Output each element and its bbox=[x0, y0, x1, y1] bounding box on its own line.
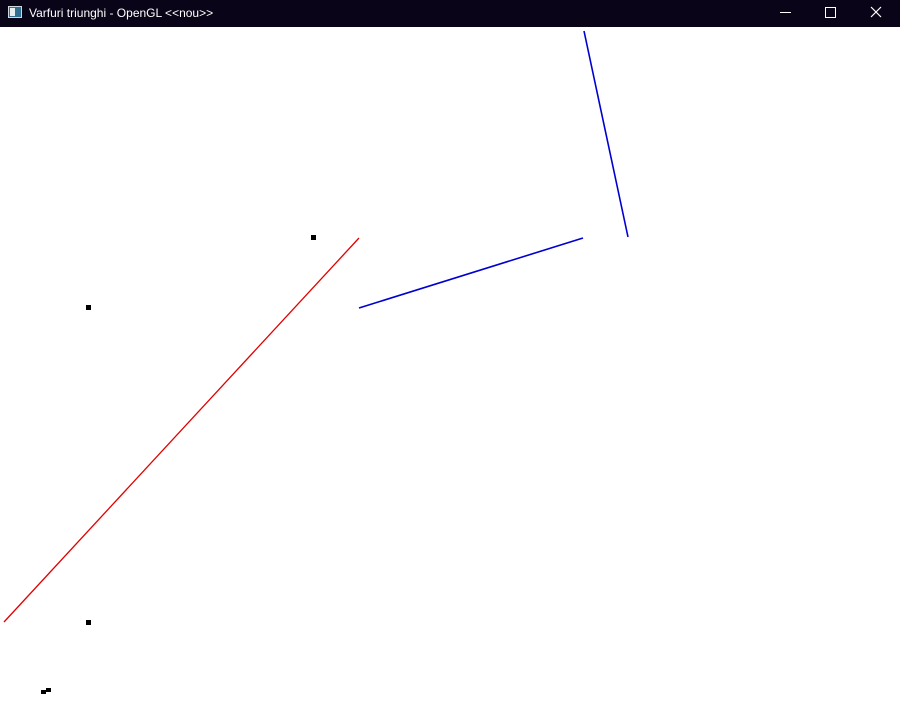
vertex-point bbox=[46, 688, 51, 692]
close-button[interactable] bbox=[854, 0, 900, 27]
opengl-canvas[interactable] bbox=[0, 27, 900, 726]
blue-line-middle bbox=[358, 237, 584, 309]
close-icon bbox=[870, 6, 882, 18]
vertex-point bbox=[311, 235, 316, 240]
window-title: Varfuri triunghi - OpenGL <<nou>> bbox=[29, 6, 214, 20]
minimize-icon bbox=[780, 12, 791, 13]
maximize-icon bbox=[825, 7, 836, 18]
app-window-icon[interactable] bbox=[8, 6, 22, 18]
blue-line-top bbox=[583, 30, 629, 238]
minimize-button[interactable] bbox=[762, 0, 808, 27]
render-surface bbox=[3, 30, 629, 694]
title-bar[interactable]: Varfuri triunghi - OpenGL <<nou>> bbox=[0, 0, 900, 27]
opengl-window: Varfuri triunghi - OpenGL <<nou>> bbox=[0, 0, 900, 726]
maximize-button[interactable] bbox=[808, 0, 854, 27]
vertex-point bbox=[86, 305, 91, 310]
red-line bbox=[3, 237, 360, 623]
vertex-point bbox=[41, 690, 46, 694]
vertex-point bbox=[86, 620, 91, 625]
